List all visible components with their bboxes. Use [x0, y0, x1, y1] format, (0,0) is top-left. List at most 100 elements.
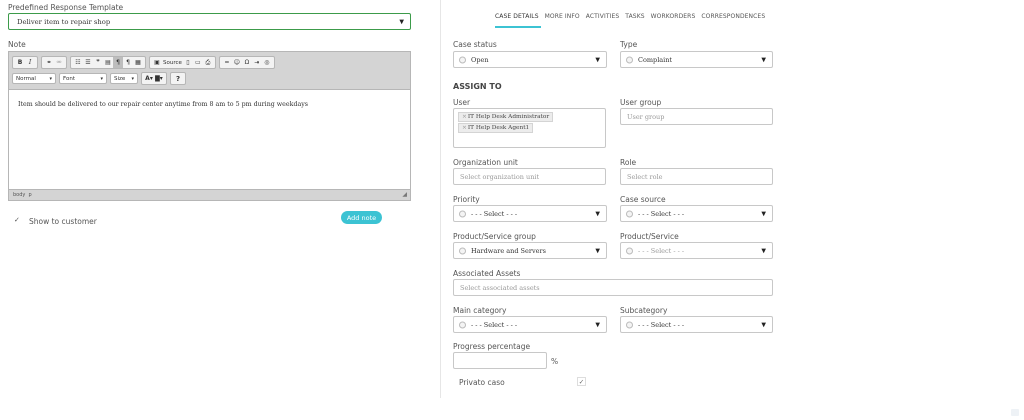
user-chip[interactable]: ×IT Help Desk Administrator: [458, 112, 554, 122]
main-category-select[interactable]: - - - Select - - - ▼: [453, 316, 607, 333]
org-unit-label: Organization unit: [453, 158, 518, 167]
user-group-label: User group: [620, 98, 662, 107]
org-unit-input[interactable]: Select organization unit: [453, 168, 606, 185]
unlink-icon[interactable]: ⚮: [54, 57, 64, 68]
user-group-input[interactable]: User group: [620, 108, 773, 125]
chevron-down-icon: ▼: [595, 321, 600, 328]
progress-input[interactable]: [453, 352, 547, 369]
chevron-down-icon: ▾: [49, 75, 52, 82]
user-chip-label: IT Help Desk Administrator: [467, 114, 550, 120]
format-label: Normal: [16, 75, 36, 82]
tab-activities[interactable]: ACTIVITIES: [586, 13, 620, 20]
bg-color-icon[interactable]: ▇▾: [154, 73, 164, 84]
element-path: body p: [13, 192, 32, 198]
case-source-select[interactable]: - - - Select - - - ▼: [620, 205, 773, 222]
horizontal-line-icon[interactable]: ═: [222, 57, 232, 68]
source-icon[interactable]: ▣: [152, 57, 162, 68]
preview-icon[interactable]: ▭: [193, 57, 203, 68]
user-multiselect[interactable]: ×IT Help Desk Administrator ×IT Help Des…: [453, 108, 606, 148]
close-icon[interactable]: ×: [462, 125, 467, 131]
case-status-select[interactable]: Open ▼: [453, 51, 607, 68]
product-select[interactable]: - - - Select - - - ▼: [620, 242, 773, 259]
editor-statusbar: body p ◢: [9, 189, 410, 200]
language-icon[interactable]: ▦: [133, 57, 143, 68]
assign-to-heading: ASSIGN TO: [453, 82, 502, 91]
chevron-down-icon: ▼: [761, 56, 766, 63]
font-combo[interactable]: Font ▾: [59, 73, 107, 84]
priority-value: - - - Select - - -: [471, 210, 518, 218]
type-label: Type: [620, 40, 638, 49]
help-button[interactable]: ?: [173, 73, 183, 84]
smiley-icon[interactable]: ☺: [232, 57, 242, 68]
blockquote-icon[interactable]: ❞: [93, 57, 103, 68]
new-page-icon[interactable]: ▯: [183, 57, 193, 68]
type-value: Complaint: [638, 56, 673, 64]
print-icon[interactable]: ⎙: [203, 57, 213, 68]
numbered-list-icon[interactable]: ☷: [73, 57, 83, 68]
source-button[interactable]: Source: [162, 57, 183, 68]
type-select[interactable]: Complaint ▼: [620, 51, 773, 68]
user-chip[interactable]: ×IT Help Desk Agent1: [458, 123, 534, 133]
progress-unit: %: [551, 357, 559, 366]
tab-tasks[interactable]: TASKS: [625, 13, 644, 20]
italic-icon[interactable]: I: [25, 57, 35, 68]
tab-more-info[interactable]: MORE INFO: [545, 13, 580, 20]
bold-icon[interactable]: B: [15, 57, 25, 68]
template-select[interactable]: Deliver item to repair shop ▼: [8, 13, 411, 30]
link-icon[interactable]: ⚭: [44, 57, 54, 68]
radio-icon: [626, 247, 633, 254]
special-char-icon[interactable]: Ω: [242, 57, 252, 68]
tab-case-details[interactable]: CASE DETAILS: [495, 13, 539, 20]
assets-input[interactable]: Select associated assets: [453, 279, 773, 296]
color-group: A▾ ▇▾: [141, 72, 167, 85]
priority-label: Priority: [453, 195, 480, 204]
subcategory-label: Subcategory: [620, 306, 668, 315]
div-icon[interactable]: ▤: [103, 57, 113, 68]
role-placeholder: Select role: [627, 173, 663, 181]
show-customer-checkbox[interactable]: ✓: [14, 216, 23, 225]
role-input[interactable]: Select role: [620, 168, 773, 185]
radio-icon: [459, 321, 466, 328]
chevron-down-icon: ▼: [595, 247, 600, 254]
rtl-icon[interactable]: ¶: [123, 57, 133, 68]
subcategory-select[interactable]: - - - Select - - - ▼: [620, 316, 773, 333]
user-group-placeholder: User group: [627, 113, 665, 121]
user-label: User: [453, 98, 471, 107]
size-combo[interactable]: Size ▾: [110, 73, 138, 84]
list-group: ☷ ☰ ❞ ▤ ¶ ¶ ▦: [70, 56, 146, 69]
radio-icon: [459, 56, 466, 63]
note-editor[interactable]: B I ⚭ ⚮ ☷ ☰ ❞ ▤ ¶ ¶ ▦ ▣ Source ▯ ▭ ⎙ ═ ☺…: [8, 51, 411, 201]
subcategory-value: - - - Select - - -: [638, 321, 685, 329]
chevron-down-icon: ▼: [399, 18, 404, 25]
priority-select[interactable]: - - - Select - - - ▼: [453, 205, 607, 222]
format-combo[interactable]: Normal ▾: [12, 73, 56, 84]
scroll-top-icon[interactable]: [1011, 409, 1019, 416]
bullet-list-icon[interactable]: ☰: [83, 57, 93, 68]
resize-handle-icon[interactable]: ◢: [402, 191, 407, 198]
chevron-down-icon: ▼: [595, 56, 600, 63]
toolbar-row-1: B I ⚭ ⚮ ☷ ☰ ❞ ▤ ¶ ¶ ▦ ▣ Source ▯ ▭ ⎙ ═ ☺…: [12, 56, 278, 69]
tab-workorders[interactable]: WORKORDERS: [651, 13, 696, 20]
private-case-checkbox[interactable]: ✓: [577, 377, 586, 386]
text-color-icon[interactable]: A▾: [144, 73, 154, 84]
chevron-down-icon: ▼: [761, 210, 766, 217]
private-case-label: Privato caso: [459, 378, 505, 387]
tab-correspondences[interactable]: CORRESPONDENCES: [701, 13, 765, 20]
close-icon[interactable]: ×: [462, 114, 467, 120]
editor-toolbar: B I ⚭ ⚮ ☷ ☰ ❞ ▤ ¶ ¶ ▦ ▣ Source ▯ ▭ ⎙ ═ ☺…: [9, 52, 410, 90]
role-label: Role: [620, 158, 637, 167]
chevron-down-icon: ▼: [761, 247, 766, 254]
page-break-icon[interactable]: ⇥: [252, 57, 262, 68]
show-customer-label: Show to customer: [29, 217, 97, 226]
product-group-select[interactable]: Hardware and Servers ▼: [453, 242, 607, 259]
radio-icon: [626, 321, 633, 328]
ltr-icon[interactable]: ¶: [113, 57, 123, 68]
radio-icon: [459, 247, 466, 254]
case-status-value: Open: [471, 56, 489, 64]
note-text[interactable]: Item should be delivered to our repair c…: [18, 101, 308, 108]
progress-label: Progress percentage: [453, 342, 531, 351]
insert-group: ═ ☺ Ω ⇥ ◎: [218, 56, 275, 69]
add-note-button[interactable]: Add note: [341, 211, 382, 224]
document-group: ▣ Source ▯ ▭ ⎙: [149, 56, 216, 69]
iframe-icon[interactable]: ◎: [262, 57, 272, 68]
